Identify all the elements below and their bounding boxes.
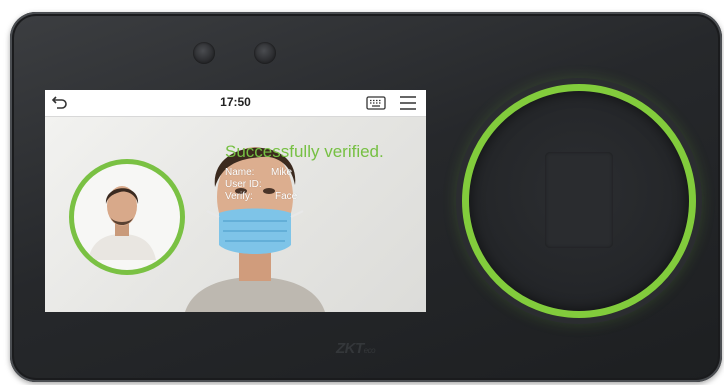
keyboard-icon[interactable] bbox=[366, 96, 386, 115]
face-photo-icon bbox=[88, 186, 156, 260]
touch-screen[interactable]: 17:50 Successfully verified. Name: Mike … bbox=[45, 90, 426, 312]
camera-lens-right bbox=[254, 42, 276, 64]
menu-icon[interactable] bbox=[399, 95, 417, 116]
camera-view: Successfully verified. Name: Mike User I… bbox=[45, 117, 426, 312]
verify-value: Face bbox=[275, 191, 298, 202]
status-bar: 17:50 bbox=[45, 90, 426, 117]
brand-logo: ZKTeco bbox=[336, 340, 376, 357]
user-id-label: User ID: bbox=[225, 179, 262, 190]
verify-label: Verify: bbox=[225, 191, 253, 202]
name-value: Mike bbox=[271, 167, 293, 178]
verification-message: Successfully verified. bbox=[225, 142, 384, 161]
face-terminal-device: 17:50 Successfully verified. Name: Mike … bbox=[10, 12, 722, 382]
captured-face-thumbnail bbox=[69, 159, 185, 275]
name-label: Name: bbox=[225, 167, 255, 178]
camera-lens-left bbox=[193, 42, 215, 64]
sensor-window bbox=[545, 152, 613, 248]
